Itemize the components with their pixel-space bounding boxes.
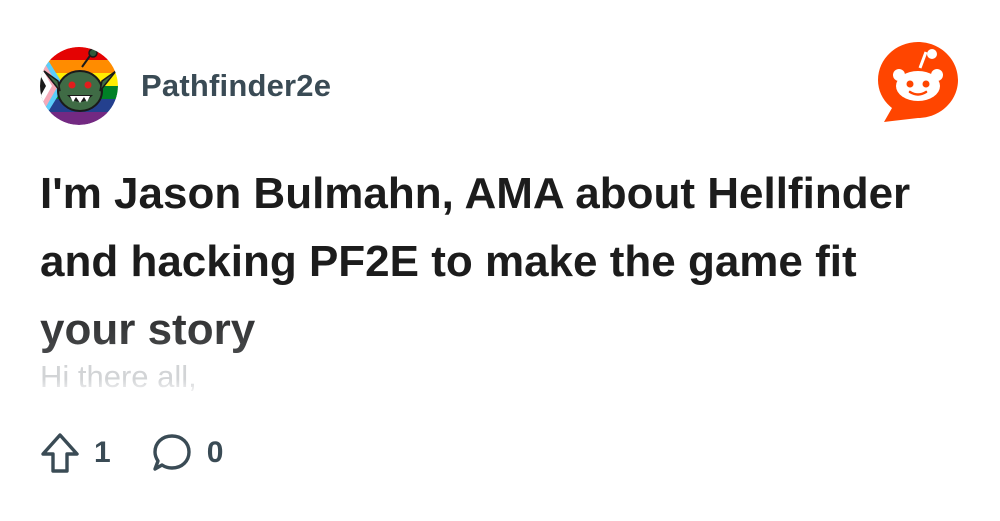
comment-count: 0 [206, 436, 224, 469]
subreddit-avatar[interactable] [40, 47, 118, 125]
upvote-count: 1 [94, 436, 111, 469]
post-title[interactable]: I'm Jason Bulmahn, AMA about Hellfinder … [40, 160, 940, 364]
post-card[interactable]: Pathfinder2e I'm Jason Bulmahn, AMA abou… [0, 0, 1000, 521]
post-body-preview: Hi there all, [40, 359, 197, 394]
upvote-arrow-icon [41, 433, 79, 473]
reddit-logo-icon[interactable] [874, 38, 962, 126]
post-header: Pathfinder2e [40, 47, 331, 125]
post-actions: 1 0 [40, 432, 223, 474]
upvote-button[interactable]: 1 [40, 432, 111, 474]
subreddit-avatar-icon [40, 47, 118, 125]
comment-bubble-icon [152, 434, 191, 471]
subreddit-name[interactable]: Pathfinder2e [141, 68, 331, 104]
comments-button[interactable]: 0 [151, 432, 224, 474]
